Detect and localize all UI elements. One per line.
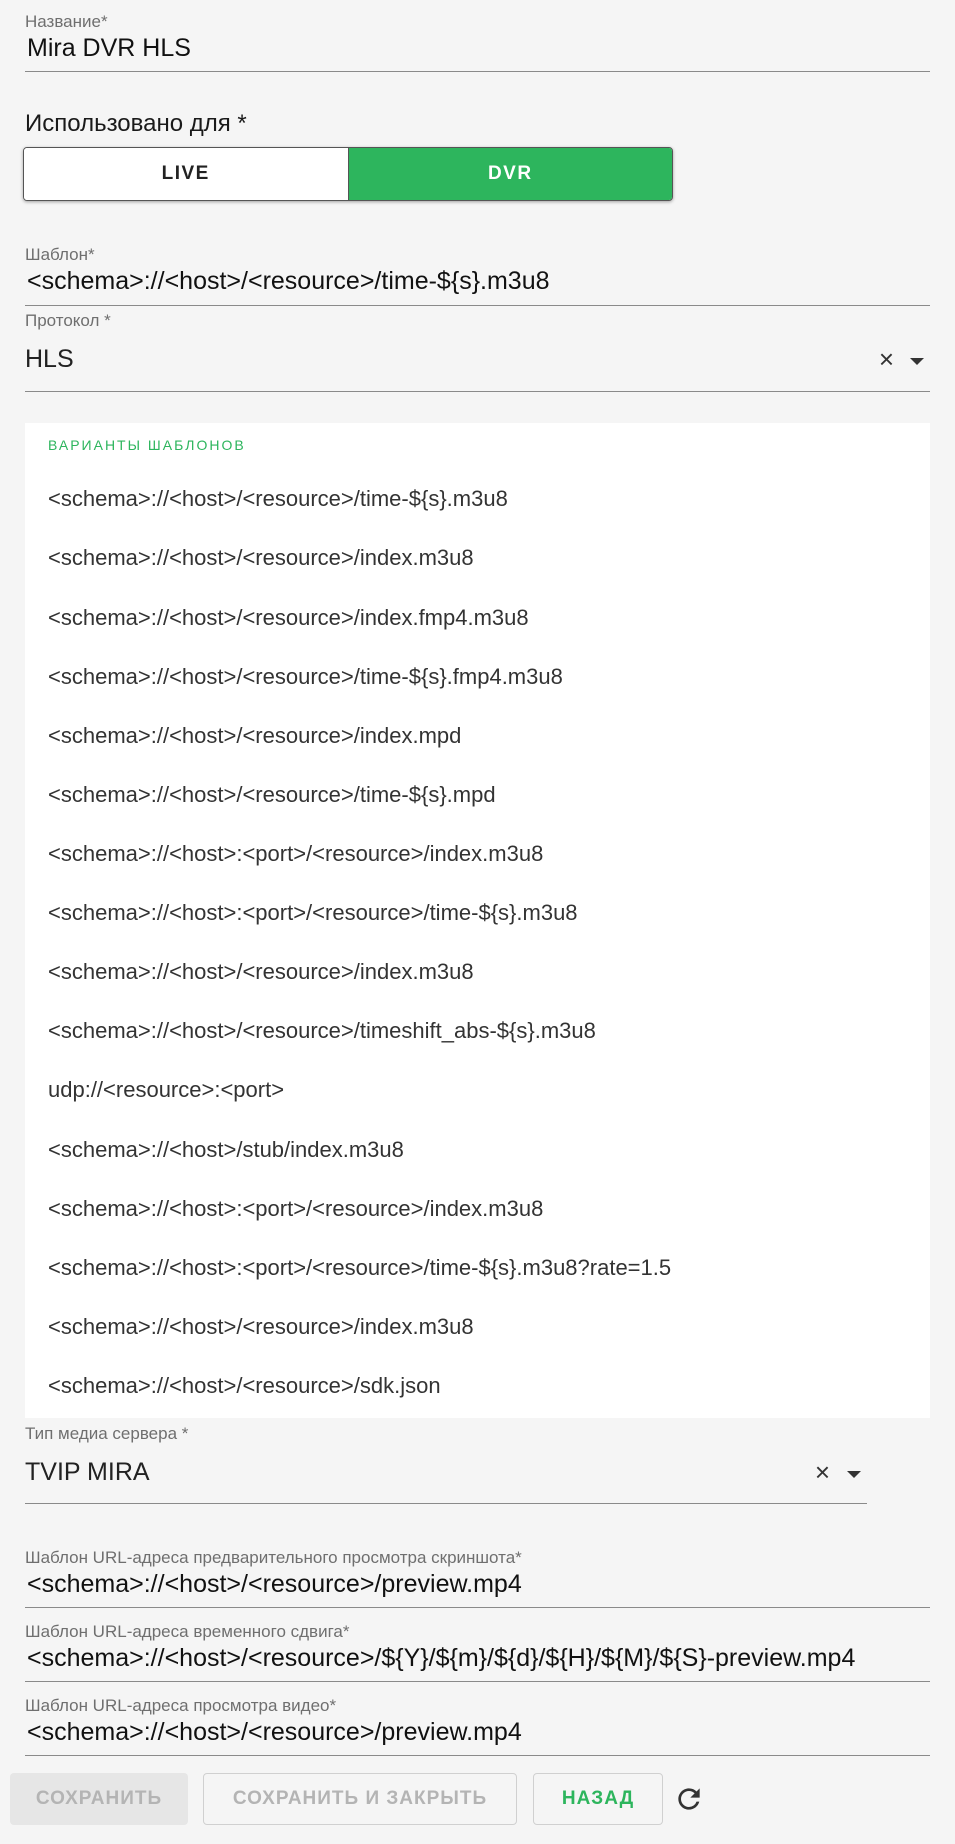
toggle-live-button[interactable]: LIVE [24, 148, 349, 200]
screenshot-preview-template-field: Шаблон URL-адреса предварительного просм… [25, 1545, 930, 1608]
name-field-label: Название* [25, 12, 108, 31]
template-variant-item[interactable]: <schema>://<host>/stub/index.m3u8 [48, 1137, 404, 1163]
template-variant-item[interactable]: <schema>://<host>/<resource>/index.m3u8 [48, 1314, 474, 1340]
media-server-type-value: TVIP MIRA [25, 1458, 150, 1486]
template-variant-item[interactable]: <schema>://<host>/<resource>/index.m3u8 [48, 959, 474, 985]
template-variant-item[interactable]: udp://<resource>:<port> [48, 1077, 284, 1103]
save-button[interactable]: СОХРАНИТЬ [10, 1773, 188, 1825]
template-variant-item[interactable]: <schema>://<host>/<resource>/sdk.json [48, 1373, 441, 1399]
used-for-toggle: LIVE DVR [23, 147, 673, 201]
protocol-field-label: Протокол * [25, 311, 111, 330]
media-server-type-label: Тип медиа сервера * [25, 1424, 189, 1443]
timeshift-template-input[interactable] [27, 1644, 928, 1673]
protocol-value: HLS [25, 345, 74, 373]
template-variant-item[interactable]: <schema>://<host>:<port>/<resource>/time… [48, 900, 578, 926]
template-variant-item[interactable]: <schema>://<host>:<port>/<resource>/time… [48, 1255, 671, 1281]
template-variant-item[interactable]: <schema>://<host>/<resource>/time-${s}.f… [48, 664, 563, 690]
protocol-clear-icon[interactable]: × [879, 346, 894, 372]
template-variant-item[interactable]: <schema>://<host>/<resource>/time-${s}.m… [48, 486, 508, 512]
timeshift-template-field: Шаблон URL-адреса временного сдвига* [25, 1619, 930, 1682]
back-button[interactable]: НАЗАД [533, 1773, 663, 1825]
video-preview-template-field: Шаблон URL-адреса просмотра видео* [25, 1693, 930, 1756]
video-preview-template-input[interactable] [27, 1718, 928, 1747]
video-preview-template-label: Шаблон URL-адреса просмотра видео* [25, 1696, 337, 1715]
template-variant-item[interactable]: <schema>://<host>/<resource>/index.fmp4.… [48, 605, 529, 631]
used-for-label: Использовано для * [25, 110, 247, 137]
template-variant-item[interactable]: <schema>://<host>/<resource>/index.m3u8 [48, 545, 474, 571]
template-variant-item[interactable]: <schema>://<host>/<resource>/index.mpd [48, 723, 461, 749]
template-variants-header: ВАРИАНТЫ ШАБЛОНОВ [48, 437, 246, 453]
template-variant-item[interactable]: <schema>://<host>:<port>/<resource>/inde… [48, 1196, 543, 1222]
name-input[interactable] [27, 34, 928, 63]
template-variant-item[interactable]: <schema>://<host>:<port>/<resource>/inde… [48, 841, 543, 867]
name-field: Название* [25, 8, 930, 72]
protocol-select[interactable]: Протокол * HLS × [25, 310, 930, 392]
template-variant-item[interactable]: <schema>://<host>/<resource>/timeshift_a… [48, 1018, 596, 1044]
media-server-chevron-down-icon[interactable] [847, 1471, 861, 1478]
media-server-type-select[interactable]: Тип медиа сервера * TVIP MIRA × [25, 1422, 867, 1504]
media-server-clear-icon[interactable]: × [815, 1459, 830, 1485]
template-variants-list: ВАРИАНТЫ ШАБЛОНОВ <schema>://<host>/<res… [25, 423, 930, 1418]
timeshift-template-label: Шаблон URL-адреса временного сдвига* [25, 1622, 350, 1641]
screenshot-preview-template-input[interactable] [27, 1570, 928, 1599]
template-input[interactable] [27, 267, 928, 296]
protocol-chevron-down-icon[interactable] [910, 358, 924, 365]
screenshot-preview-template-label: Шаблон URL-адреса предварительного просм… [25, 1548, 522, 1567]
toggle-dvr-button[interactable]: DVR [348, 148, 672, 200]
refresh-icon[interactable] [673, 1783, 705, 1815]
save-and-close-button[interactable]: СОХРАНИТЬ И ЗАКРЫТЬ [203, 1773, 517, 1825]
template-variant-item[interactable]: <schema>://<host>/<resource>/time-${s}.m… [48, 782, 496, 808]
template-field-label: Шаблон* [25, 245, 95, 264]
template-field: Шаблон* [25, 243, 930, 306]
